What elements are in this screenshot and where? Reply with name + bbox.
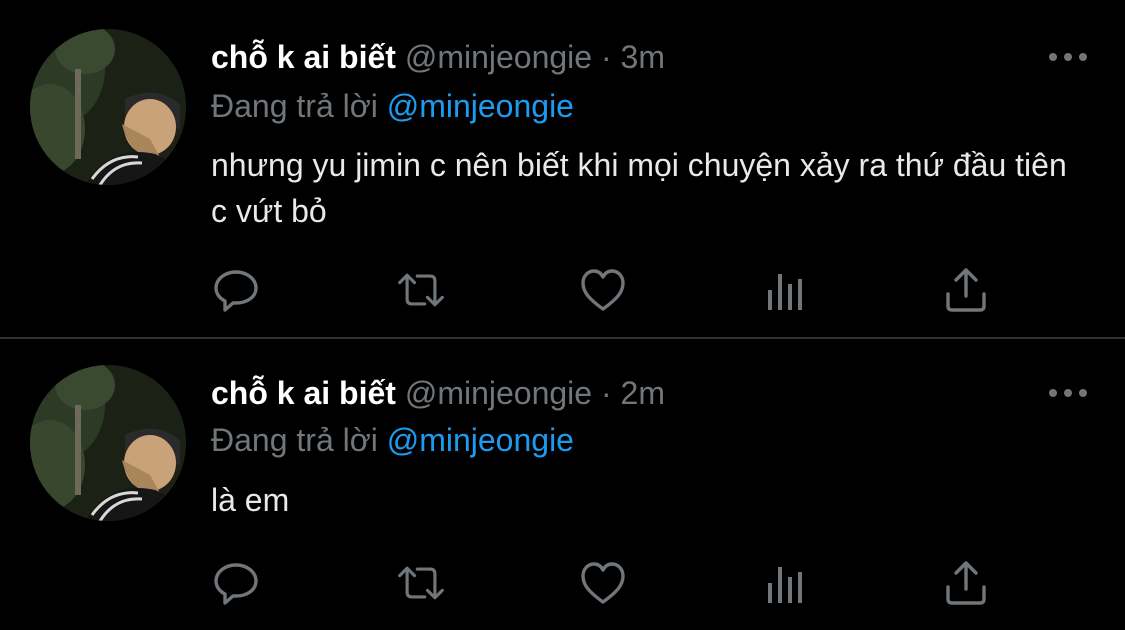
share-icon[interactable] [941,265,991,315]
separator-dot: · [600,375,612,411]
tweet-divider [0,337,1125,339]
reply-icon[interactable] [211,558,261,608]
timestamp[interactable]: 3m [621,39,665,75]
reply-prefix: Đang trả lời [211,422,378,458]
tweet-text: là em [211,482,290,518]
user-handle[interactable]: @minjeongie [405,375,592,411]
separator-dot: · [600,39,612,75]
reply-context: Đang trả lời @minjeongie [211,420,574,460]
reply-to-handle[interactable]: @minjeongie [387,88,574,124]
tweet-header: chỗ k ai biết @minjeongie · 3m [211,37,665,77]
tweet-actions [211,265,1011,315]
like-icon[interactable] [578,265,628,315]
like-icon[interactable] [578,558,628,608]
tweet[interactable]: chỗ k ai biết @minjeongie · 3m Đang trả … [0,0,1125,338]
views-icon[interactable] [761,265,811,315]
views-icon[interactable] [761,558,811,608]
timestamp[interactable]: 2m [621,375,665,411]
more-options-icon[interactable] [1049,51,1087,63]
reply-context: Đang trả lời @minjeongie [211,86,574,126]
avatar[interactable] [30,29,186,185]
user-handle[interactable]: @minjeongie [405,39,592,75]
reply-to-handle[interactable]: @minjeongie [387,422,574,458]
reply-prefix: Đang trả lời [211,88,378,124]
retweet-icon[interactable] [396,558,446,608]
more-options-icon[interactable] [1049,387,1087,399]
tweet-actions [211,558,1011,608]
tweet-header: chỗ k ai biết @minjeongie · 2m [211,373,665,413]
tweet[interactable]: chỗ k ai biết @minjeongie · 2m Đang trả … [0,340,1125,630]
share-icon[interactable] [941,558,991,608]
display-name[interactable]: chỗ k ai biết [211,39,396,75]
avatar[interactable] [30,365,186,521]
retweet-icon[interactable] [396,265,446,315]
display-name[interactable]: chỗ k ai biết [211,375,396,411]
tweet-text: nhưng yu jimin c nên biết khi mọi chuyện… [211,147,1067,229]
reply-icon[interactable] [211,265,261,315]
